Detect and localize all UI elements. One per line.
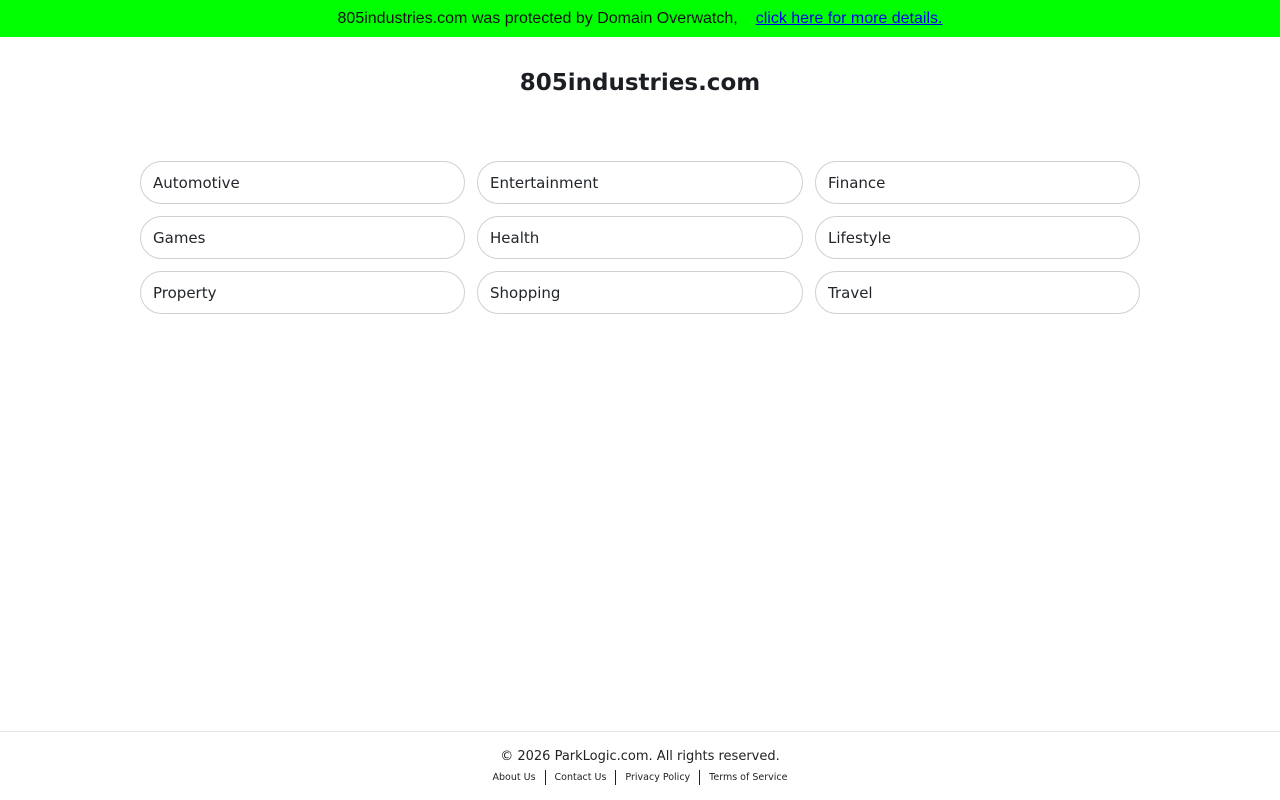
footer-links: About Us Contact Us Privacy Policy Terms… xyxy=(0,770,1280,785)
footer-separator xyxy=(544,770,546,785)
category-finance[interactable]: Finance xyxy=(815,161,1140,204)
banner-details-link[interactable]: click here for more details. xyxy=(756,10,943,28)
page-title: 805industries.com xyxy=(519,70,761,96)
category-games[interactable]: Games xyxy=(140,216,465,259)
category-health[interactable]: Health xyxy=(477,216,803,259)
protection-banner: 805industries.com was protected by Domai… xyxy=(0,0,1280,37)
footer-link-contact-us[interactable]: Contact Us xyxy=(555,772,607,783)
category-grid: Automotive Entertainment Finance Games H… xyxy=(140,161,1140,314)
category-lifestyle[interactable]: Lifestyle xyxy=(815,216,1140,259)
footer-link-about-us[interactable]: About Us xyxy=(493,772,536,783)
footer-separator xyxy=(699,770,701,785)
copyright-text: © 2026 ParkLogic.com. All rights reserve… xyxy=(500,749,780,764)
category-property[interactable]: Property xyxy=(140,271,465,314)
category-shopping[interactable]: Shopping xyxy=(477,271,803,314)
category-travel[interactable]: Travel xyxy=(815,271,1140,314)
category-automotive[interactable]: Automotive xyxy=(140,161,465,204)
footer: © 2026 ParkLogic.com. All rights reserve… xyxy=(0,731,1280,800)
footer-link-terms-of-service[interactable]: Terms of Service xyxy=(709,772,787,783)
category-entertainment[interactable]: Entertainment xyxy=(477,161,803,204)
footer-separator xyxy=(615,770,617,785)
footer-link-privacy-policy[interactable]: Privacy Policy xyxy=(625,772,690,783)
banner-text: 805industries.com was protected by Domai… xyxy=(337,9,738,27)
